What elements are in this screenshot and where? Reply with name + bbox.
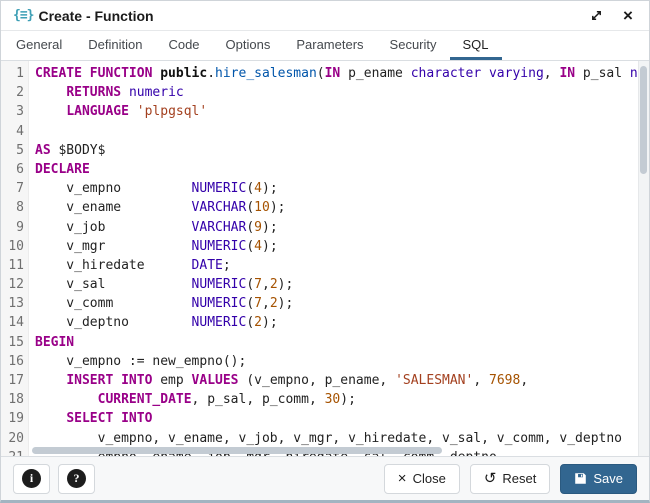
line-number: 3 [1,102,24,121]
tab-code[interactable]: Code [155,31,212,60]
code-line: v_empno NUMERIC(4); [35,179,649,198]
line-number: 11 [1,256,24,275]
line-number: 9 [1,218,24,237]
title-bar: {≡} Create - Function × [1,1,649,31]
line-number: 16 [1,352,24,371]
save-button-label: Save [593,471,623,486]
titlebar-actions: × [587,7,637,25]
line-number: 5 [1,141,24,160]
save-button[interactable]: Save [560,464,637,494]
help-button[interactable]: ? [58,464,95,494]
sql-editor[interactable]: 123456789101112131415161718192021 CREATE… [1,61,649,456]
tab-parameters[interactable]: Parameters [283,31,376,60]
code-line: v_comm NUMERIC(7,2); [35,294,649,313]
line-number: 8 [1,198,24,217]
line-number-gutter: 123456789101112131415161718192021 [1,61,29,456]
code-line: v_sal NUMERIC(7,2); [35,275,649,294]
code-line: RETURNS numeric [35,83,649,102]
code-line: BEGIN [35,333,649,352]
x-icon: × [398,471,407,486]
line-number: 4 [1,122,24,141]
close-button[interactable]: × Close [384,464,460,494]
create-function-dialog: {≡} Create - Function × GeneralDefinitio… [0,0,650,503]
save-icon [574,472,587,485]
vertical-scrollbar-thumb[interactable] [640,66,647,174]
code-line: v_hiredate DATE; [35,256,649,275]
footer-actions: × Close ↺ Reset Save [384,464,637,494]
close-button-label: Close [413,471,446,486]
maximize-icon[interactable] [587,7,605,25]
code-line: v_job VARCHAR(9); [35,218,649,237]
code-line: LANGUAGE 'plpgsql' [35,102,649,121]
reset-button[interactable]: ↺ Reset [470,464,551,494]
vertical-scrollbar-track [638,61,649,456]
maximize-arrow-glyph [590,9,603,22]
line-number: 21 [1,448,24,456]
info-button[interactable]: i [13,464,50,494]
dialog-title: Create - Function [38,8,153,24]
help-icon: ? [67,469,86,488]
tab-definition[interactable]: Definition [75,31,155,60]
horizontal-scrollbar-thumb[interactable] [32,447,442,454]
code-line: CREATE FUNCTION public.hire_salesman(IN … [35,64,649,83]
tab-sql[interactable]: SQL [450,31,502,60]
line-number: 2 [1,83,24,102]
line-number: 6 [1,160,24,179]
line-number: 20 [1,429,24,448]
code-line: SELECT INTO [35,409,649,428]
line-number: 19 [1,409,24,428]
code-line: v_ename VARCHAR(10); [35,198,649,217]
line-number: 15 [1,333,24,352]
code-line [35,122,649,141]
line-number: 7 [1,179,24,198]
code-line: CURRENT_DATE, p_sal, p_comm, 30); [35,390,649,409]
line-number: 10 [1,237,24,256]
line-number: 1 [1,64,24,83]
dialog-footer: i ? × Close ↺ Reset Save [1,456,649,500]
code-line: v_empno, v_ename, v_job, v_mgr, v_hireda… [35,429,649,448]
code-line: v_mgr NUMERIC(4); [35,237,649,256]
line-number: 13 [1,294,24,313]
code-line: v_deptno NUMERIC(2); [35,313,649,332]
reset-icon: ↺ [484,471,497,486]
function-icon: {≡} [13,8,33,23]
code-area[interactable]: CREATE FUNCTION public.hire_salesman(IN … [29,61,649,456]
line-number: 12 [1,275,24,294]
tab-general[interactable]: General [3,31,75,60]
close-icon[interactable]: × [619,7,637,25]
line-number: 14 [1,313,24,332]
code-line: INSERT INTO emp VALUES (v_empno, p_ename… [35,371,649,390]
line-number: 17 [1,371,24,390]
code-line: AS $BODY$ [35,141,649,160]
tab-options[interactable]: Options [213,31,284,60]
info-icon: i [22,469,41,488]
tab-security[interactable]: Security [377,31,450,60]
code-line: v_empno := new_empno(); [35,352,649,371]
code-line: DECLARE [35,160,649,179]
line-number: 18 [1,390,24,409]
reset-button-label: Reset [502,471,536,486]
tab-bar: GeneralDefinitionCodeOptionsParametersSe… [1,31,649,61]
